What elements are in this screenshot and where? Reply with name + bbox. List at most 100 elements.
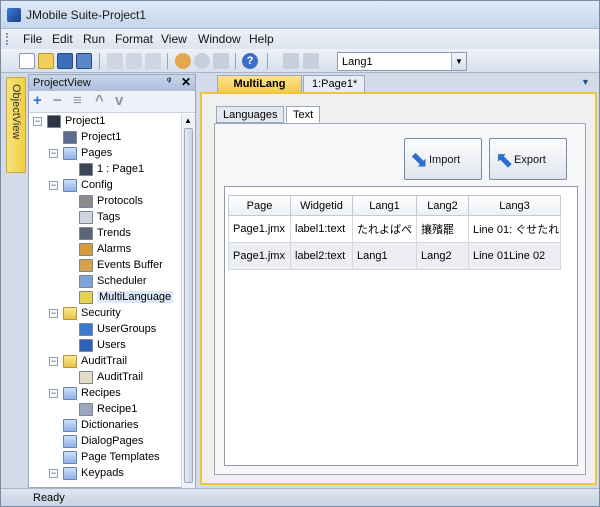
table-row[interactable]: Page1.jmx label1:text たれよばぺ 攘殯罷 Line 01:… xyxy=(228,215,561,243)
tree-node-label: Tags xyxy=(97,211,121,223)
expand-toggle-icon[interactable]: − xyxy=(49,389,58,398)
menu-edit[interactable]: Edit xyxy=(52,32,73,46)
table-cell[interactable]: Page1.jmx xyxy=(228,242,291,270)
tree-node-label: UserGroups xyxy=(97,323,157,335)
cut-icon[interactable] xyxy=(107,53,123,69)
table-cell[interactable]: Lang1 xyxy=(352,242,417,270)
menu-run[interactable]: Run xyxy=(83,32,105,46)
column-header[interactable]: Widgetid xyxy=(290,195,353,216)
add-icon[interactable]: + xyxy=(33,93,42,109)
audittrail-icon xyxy=(79,371,93,384)
tab-page1[interactable]: 1:Page1* xyxy=(303,75,365,92)
security-folder-icon xyxy=(63,307,77,320)
folder-icon xyxy=(63,387,77,400)
column-header[interactable]: Lang1 xyxy=(352,195,417,216)
export-label: Export xyxy=(514,154,546,166)
save-icon[interactable] xyxy=(57,53,73,69)
copy-icon[interactable] xyxy=(126,53,142,69)
paste-icon[interactable] xyxy=(145,53,161,69)
tab-list-icon[interactable]: ▼ xyxy=(581,77,590,87)
folder-icon xyxy=(63,467,77,480)
table-cell[interactable]: たれよばぺ xyxy=(352,215,417,243)
protocols-icon xyxy=(79,195,93,208)
import-button[interactable]: ⬊ Import xyxy=(404,138,482,180)
tree-node-label: Recipes xyxy=(81,387,121,399)
column-header[interactable]: Lang3 xyxy=(468,195,561,216)
move-up-icon[interactable]: ^ xyxy=(95,93,104,109)
export-arrow-icon: ⬉ xyxy=(495,147,514,172)
status-text: Ready xyxy=(33,492,65,504)
move-down-icon[interactable]: v xyxy=(115,93,123,109)
menu-window[interactable]: Window xyxy=(198,32,241,46)
tree-node-label: Users xyxy=(97,339,126,351)
tree-scrollbar[interactable]: ▲ xyxy=(181,114,195,488)
open-folder-icon[interactable] xyxy=(38,53,54,69)
table-cell[interactable]: Page1.jmx xyxy=(228,215,291,243)
menu-file[interactable]: File xyxy=(23,32,42,46)
expand-toggle-icon[interactable]: − xyxy=(33,117,42,126)
scrollbar-thumb[interactable] xyxy=(184,128,193,483)
column-header[interactable]: Lang2 xyxy=(416,195,469,216)
objectview-side-tab[interactable]: ObjectView xyxy=(6,77,26,173)
table-cell[interactable]: Line 01: ぐせたれ... xyxy=(468,215,561,243)
menu-format[interactable]: Format xyxy=(115,32,153,46)
table-cell[interactable]: Lang2 xyxy=(416,242,469,270)
new-file-icon[interactable] xyxy=(19,53,35,69)
expand-toggle-icon[interactable]: − xyxy=(49,149,58,158)
tab-multilang[interactable]: MultiLang xyxy=(217,75,302,92)
tree-node-label: Security xyxy=(81,307,121,319)
table-cell[interactable]: 攘殯罷 xyxy=(416,215,469,243)
help-icon[interactable]: ? xyxy=(242,53,258,69)
alarms-icon xyxy=(79,243,93,256)
tab-languages[interactable]: Languages xyxy=(216,106,285,123)
run-icon[interactable] xyxy=(194,53,210,69)
tree-node-label: Alarms xyxy=(97,243,132,255)
column-header[interactable]: Page xyxy=(228,195,291,216)
tree-node-label: Scheduler xyxy=(97,275,147,287)
menu-help[interactable]: Help xyxy=(249,32,274,46)
tab-text[interactable]: Text xyxy=(286,106,321,123)
expand-toggle-icon[interactable]: − xyxy=(49,469,58,478)
undo-icon[interactable] xyxy=(283,53,299,69)
pin-icon[interactable]: ᵠ xyxy=(167,76,171,87)
multilang-editor: Languages Text ⬊ Import ⬉ Export Page Wi… xyxy=(200,92,597,485)
main-toolbar: ? xyxy=(1,49,599,73)
tree-node-label: AuditTrail xyxy=(97,371,144,383)
folder-icon xyxy=(63,419,77,432)
simulator-icon[interactable] xyxy=(213,53,229,69)
save-all-icon[interactable] xyxy=(76,53,92,69)
status-bar: Ready xyxy=(1,488,599,506)
redo-icon[interactable] xyxy=(303,53,319,69)
computer-icon xyxy=(47,115,61,128)
download-icon[interactable] xyxy=(175,53,191,69)
table-row[interactable]: Page1.jmx label2:text Lang1 Lang2 Line 0… xyxy=(228,242,561,270)
tree-node-label: MultiLanguage xyxy=(97,291,174,303)
expand-toggle-icon[interactable]: − xyxy=(49,357,58,366)
tree-node-label: Keypads xyxy=(81,467,124,479)
scroll-up-icon[interactable]: ▲ xyxy=(184,116,192,125)
chevron-down-icon[interactable]: ▼ xyxy=(451,53,466,70)
project-tree: − Project1 Project1 − Pages 1 : Page1 − Config P… xyxy=(29,114,181,488)
project-view-title: ProjectView xyxy=(33,77,91,89)
window-title: JMobile Suite-Project1 xyxy=(26,8,147,22)
import-arrow-icon: ⬊ xyxy=(410,147,429,172)
toolbar-separator xyxy=(267,53,268,69)
properties-icon[interactable]: ≡ xyxy=(73,93,82,109)
expand-toggle-icon[interactable]: − xyxy=(49,309,58,318)
expand-toggle-icon[interactable]: − xyxy=(49,181,58,190)
close-icon[interactable]: ✕ xyxy=(181,75,191,89)
folder-icon xyxy=(63,451,77,464)
project-select[interactable]: Lang1 ▼ xyxy=(337,52,467,71)
project-view-toolbar: + − ≡ ^ v xyxy=(29,91,195,113)
export-button[interactable]: ⬉ Export xyxy=(489,138,567,180)
toolbar-separator xyxy=(235,53,236,69)
table-cell[interactable]: label1:text xyxy=(290,215,353,243)
menu-view[interactable]: View xyxy=(161,32,187,46)
recipe-icon xyxy=(79,403,93,416)
audittrail-folder-icon xyxy=(63,355,77,368)
usergroups-icon xyxy=(79,323,93,336)
table-cell[interactable]: Line 01Line 02 xyxy=(468,242,561,270)
tree-node-label: Project1 xyxy=(65,115,106,127)
remove-icon[interactable]: − xyxy=(53,93,62,109)
table-cell[interactable]: label2:text xyxy=(290,242,353,270)
